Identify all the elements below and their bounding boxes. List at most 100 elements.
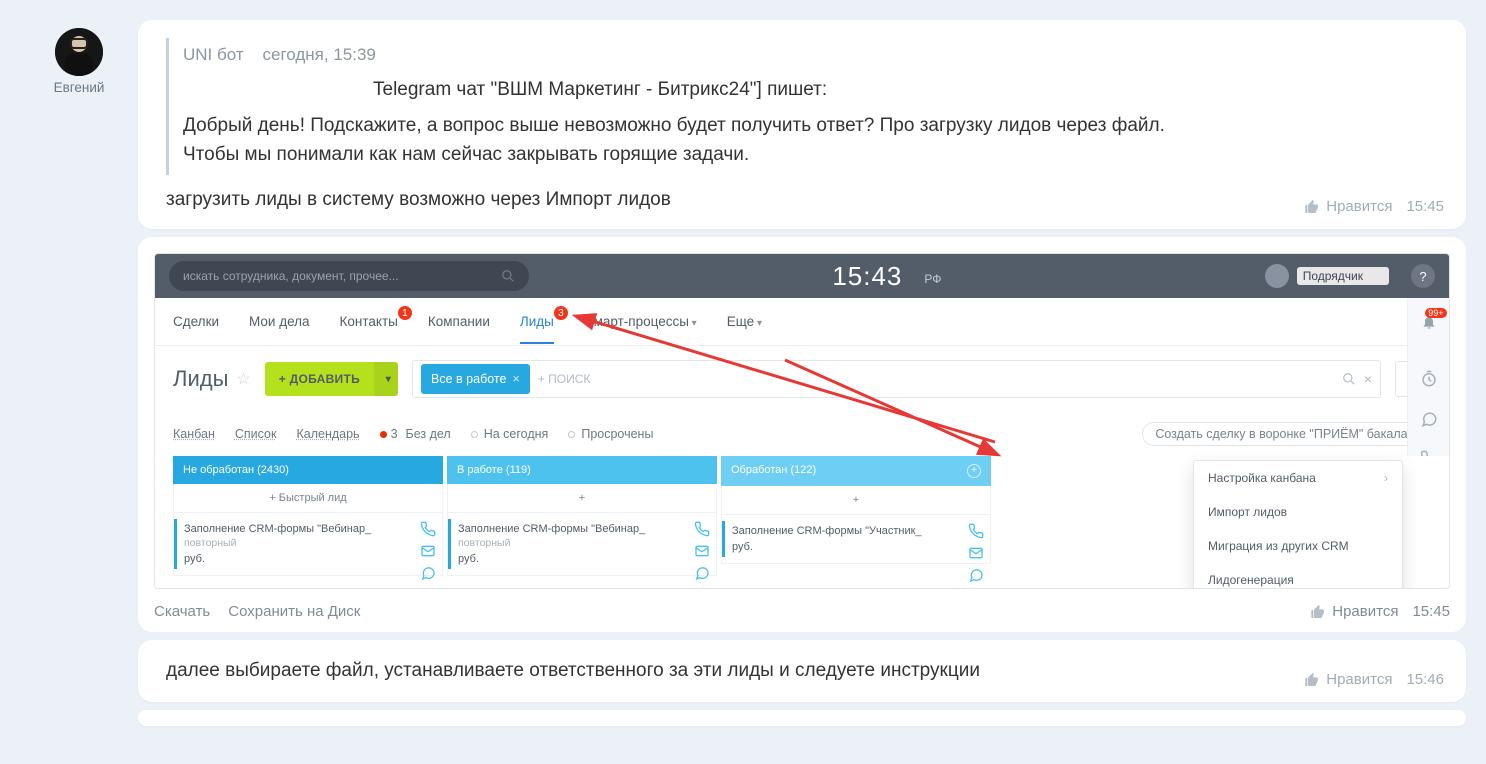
card-sub: повторный	[184, 537, 434, 549]
quote-body-line2: Чтобы мы понимали как нам сейчас закрыва…	[183, 141, 1438, 170]
phone-icon[interactable]	[968, 523, 984, 539]
card-title: Заполнение CRM-формы "Вебинар_	[184, 523, 434, 535]
tab-smart-processes[interactable]: Смарт-процессы	[584, 314, 697, 329]
save-to-disk-link[interactable]: Сохранить на Диск	[228, 603, 360, 620]
tab-more[interactable]: Еще	[727, 314, 762, 329]
attachment-bubble: искать сотрудника, документ, прочее... 1…	[138, 237, 1466, 632]
column-title: Обработан	[731, 464, 787, 476]
author-name[interactable]: Евгений	[20, 80, 138, 95]
column-count: (2430)	[257, 464, 289, 476]
message-text: далее выбираете файл, устанавливаете отв…	[166, 660, 1438, 682]
column-title: В работе	[457, 464, 503, 476]
user-menu[interactable]: Подрядчик	[1265, 264, 1389, 288]
search-placeholder: искать сотрудника, документ, прочее...	[183, 269, 399, 283]
kanban-card[interactable]: Заполнение CRM-формы "Вебинар_ повторный…	[173, 513, 443, 576]
chat-bubble-icon[interactable]	[968, 567, 984, 583]
kanban-card[interactable]: Заполнение CRM-формы "Вебинар_ повторный…	[447, 513, 717, 576]
card-currency: руб.	[732, 541, 982, 553]
phone-icon[interactable]	[420, 521, 436, 537]
filter-chip-all-in-work[interactable]: Все в работе ×	[421, 364, 530, 394]
like-button[interactable]: Нравится	[1304, 198, 1392, 215]
view-calendar[interactable]: Календарь	[296, 427, 359, 441]
message-bubble-1: UNI бот сегодня, 15:39 Telegram чат "ВШМ…	[138, 20, 1466, 229]
embedded-screenshot: искать сотрудника, документ, прочее... 1…	[154, 253, 1450, 589]
mail-icon[interactable]	[968, 545, 984, 561]
filter-overdue[interactable]: Просрочены	[568, 427, 653, 441]
column-title: Не обработан	[183, 464, 254, 476]
download-link[interactable]: Скачать	[154, 603, 210, 620]
nodeal-count: 3	[391, 427, 398, 441]
column-count: (119)	[506, 464, 531, 476]
chat-icon[interactable]	[1420, 410, 1438, 428]
add-column-icon[interactable]: +	[967, 464, 981, 478]
menu-kanban-settings[interactable]: Настройка канбана›	[1194, 461, 1402, 495]
message-bubble-next-fragment	[138, 710, 1466, 726]
filter-chip-close-icon[interactable]: ×	[512, 372, 519, 386]
search-icon	[501, 269, 515, 283]
timer-icon[interactable]	[1420, 370, 1438, 388]
mail-icon[interactable]	[420, 543, 436, 559]
badge-contacts: 1	[398, 306, 412, 320]
quote-block: UNI бот сегодня, 15:39 Telegram чат "ВШМ…	[166, 38, 1438, 175]
kanban-card[interactable]: Заполнение CRM-формы "Участник_ руб.	[721, 515, 991, 564]
menu-migration[interactable]: Миграция из других CRM	[1194, 529, 1402, 563]
chat-bubble-icon[interactable]	[694, 565, 710, 581]
quote-chat-source: Telegram чат "ВШМ Маркетинг - Битрикс24"…	[373, 76, 1438, 105]
tab-deals[interactable]: Сделки	[173, 314, 219, 329]
menu-leadgen[interactable]: Лидогенерация	[1194, 563, 1402, 589]
user-avatar-icon	[1265, 264, 1289, 288]
red-dot-icon	[380, 431, 387, 438]
view-kanban[interactable]: Канбан	[173, 427, 215, 441]
kanban-column-unprocessed: Не обработан (2430) + Быстрый лид Заполн…	[173, 456, 443, 576]
message-bubble-2: далее выбираете файл, устанавливаете отв…	[138, 640, 1466, 702]
kanban-column-processed: Обработан (122) + + Заполнение CRM-формы…	[721, 456, 991, 576]
leads-toolbar: Лиды ☆ + ДОБАВИТЬ Все в работе × + ПОИСК	[155, 346, 1449, 412]
thumb-up-icon	[1304, 672, 1320, 688]
mail-icon[interactable]	[694, 543, 710, 559]
menu-import-leads[interactable]: Импорт лидов	[1194, 495, 1402, 529]
view-switcher: Канбан Список Календарь 3Без дел На сего…	[155, 412, 1449, 456]
chat-bubble-icon[interactable]	[420, 565, 436, 581]
search-icon[interactable]	[1342, 372, 1356, 386]
tab-my-tasks[interactable]: Мои дела	[249, 314, 310, 329]
card-currency: руб.	[184, 553, 434, 565]
empty-dot-icon	[471, 431, 478, 438]
favorite-star-icon[interactable]: ☆	[236, 369, 250, 389]
empty-dot-icon	[568, 431, 575, 438]
bitrix-topbar: искать сотрудника, документ, прочее... 1…	[155, 254, 1449, 298]
quote-author: UNI бот	[183, 45, 244, 64]
tab-leads[interactable]: Лиды 3	[520, 314, 554, 329]
card-title: Заполнение CRM-формы "Участник_	[732, 525, 982, 537]
view-list[interactable]: Список	[235, 427, 277, 441]
tab-contacts[interactable]: Контакты 1	[340, 314, 398, 329]
page-title-text: Лиды	[173, 366, 228, 392]
notifications-button[interactable]: 99+	[1421, 314, 1437, 330]
filter-bar[interactable]: Все в работе × + ПОИСК ×	[412, 360, 1381, 398]
add-button[interactable]: + ДОБАВИТЬ	[265, 362, 398, 396]
column-count: (122)	[790, 464, 816, 476]
quick-add-button[interactable]: +	[721, 486, 991, 515]
quote-body-line1: Добрый день! Подскажите, а вопрос выше н…	[183, 112, 1438, 141]
filter-today[interactable]: На сегодня	[471, 427, 549, 441]
column-header[interactable]: Обработан (122) +	[721, 456, 991, 486]
tab-companies[interactable]: Компании	[428, 314, 490, 329]
phone-icon[interactable]	[694, 521, 710, 537]
kanban-column-in-work: В работе (119) + Заполнение CRM-формы "В…	[447, 456, 717, 576]
like-button[interactable]: Нравится	[1310, 603, 1398, 620]
like-button[interactable]: Нравится	[1304, 671, 1392, 688]
thumb-up-icon	[1304, 199, 1320, 215]
filter-no-deal[interactable]: 3Без дел	[380, 427, 451, 441]
quick-lead-button[interactable]: + Быстрый лид	[173, 484, 443, 513]
column-header[interactable]: Не обработан (2430)	[173, 456, 443, 484]
create-deal-hint[interactable]: Создать сделку в воронке "ПРИЁМ" бакала.…	[1142, 422, 1431, 446]
quick-add-button[interactable]: +	[447, 484, 717, 513]
attachment-time: 15:45	[1412, 603, 1450, 620]
message-text: загрузить лиды в систему возможно через …	[166, 189, 1438, 211]
gear-dropdown-menu: Настройка канбана› Импорт лидов Миграция…	[1193, 460, 1403, 589]
clear-filter-icon[interactable]: ×	[1364, 371, 1372, 387]
column-header[interactable]: В работе (119)	[447, 456, 717, 484]
avatar[interactable]	[55, 28, 103, 76]
global-search[interactable]: искать сотрудника, документ, прочее...	[169, 261, 529, 291]
help-button[interactable]: ?	[1411, 264, 1435, 288]
quote-timestamp: сегодня, 15:39	[263, 45, 376, 64]
